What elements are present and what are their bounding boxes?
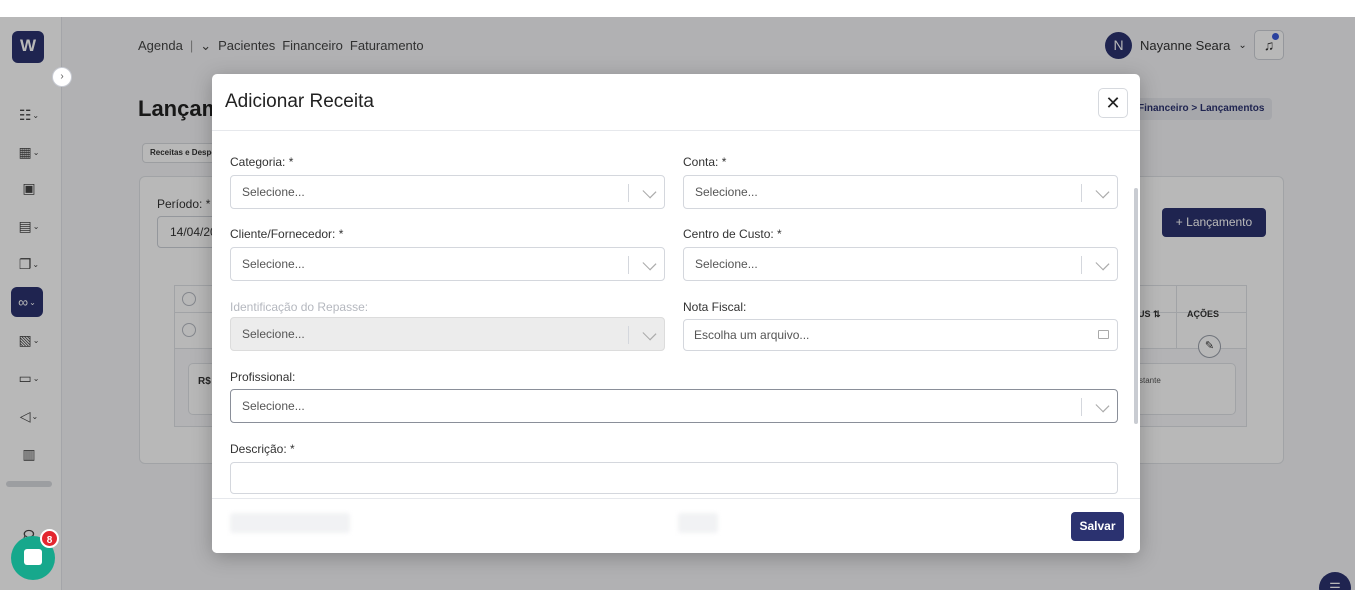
chevron-down-icon	[1095, 398, 1110, 413]
select-divider	[628, 326, 629, 344]
descricao-label: Descrição: *	[230, 442, 295, 456]
profissional-select[interactable]: Selecione...	[230, 389, 1118, 423]
modal-title: Adicionar Receita	[225, 91, 374, 112]
select-divider	[1081, 398, 1082, 416]
chevron-down-icon	[642, 184, 657, 199]
categoria-placeholder: Selecione...	[242, 185, 305, 199]
footer-blurred-content	[678, 513, 718, 533]
add-receita-modal: Adicionar Receita ✕ Categoria: * Selecio…	[212, 74, 1140, 553]
sidebar-expand-button[interactable]: ›	[52, 67, 72, 87]
cliente-label: Cliente/Fornecedor: *	[230, 227, 344, 241]
select-divider	[1081, 184, 1082, 202]
profissional-label: Profissional:	[230, 370, 296, 384]
cliente-select[interactable]: Selecione...	[230, 247, 665, 281]
select-divider	[628, 184, 629, 202]
chevron-down-icon	[1095, 256, 1110, 271]
save-button[interactable]: Salvar	[1071, 512, 1124, 541]
repasse-label: Identificação do Repasse:	[230, 300, 369, 314]
chat-icon	[24, 549, 42, 565]
repasse-placeholder: Selecione...	[242, 327, 305, 341]
nota-fiscal-placeholder: Escolha um arquivo...	[694, 328, 810, 342]
folder-icon	[1098, 330, 1109, 339]
conta-select[interactable]: Selecione...	[683, 175, 1118, 209]
chevron-down-icon	[1095, 184, 1110, 199]
conta-placeholder: Selecione...	[695, 185, 758, 199]
centro-custo-placeholder: Selecione...	[695, 257, 758, 271]
profissional-placeholder: Selecione...	[242, 399, 305, 413]
cliente-placeholder: Selecione...	[242, 257, 305, 271]
centro-custo-label: Centro de Custo: *	[683, 227, 782, 241]
modal-header: Adicionar Receita ✕	[212, 74, 1140, 131]
categoria-label: Categoria: *	[230, 155, 294, 169]
chat-badge: 8	[40, 529, 59, 548]
nota-fiscal-file-input[interactable]: Escolha um arquivo...	[683, 319, 1118, 351]
descricao-input[interactable]	[230, 462, 1118, 494]
repasse-select: Selecione...	[230, 317, 665, 351]
conta-label: Conta: *	[683, 155, 727, 169]
categoria-select[interactable]: Selecione...	[230, 175, 665, 209]
nota-fiscal-label: Nota Fiscal:	[683, 300, 747, 314]
footer-blurred-content	[230, 513, 350, 533]
chevron-down-icon	[642, 326, 657, 341]
select-divider	[1081, 256, 1082, 274]
centro-custo-select[interactable]: Selecione...	[683, 247, 1118, 281]
modal-footer: Salvar	[212, 498, 1140, 553]
select-divider	[628, 256, 629, 274]
close-icon[interactable]: ✕	[1098, 88, 1128, 118]
modal-scrollbar[interactable]	[1134, 188, 1138, 424]
chevron-down-icon	[642, 256, 657, 271]
